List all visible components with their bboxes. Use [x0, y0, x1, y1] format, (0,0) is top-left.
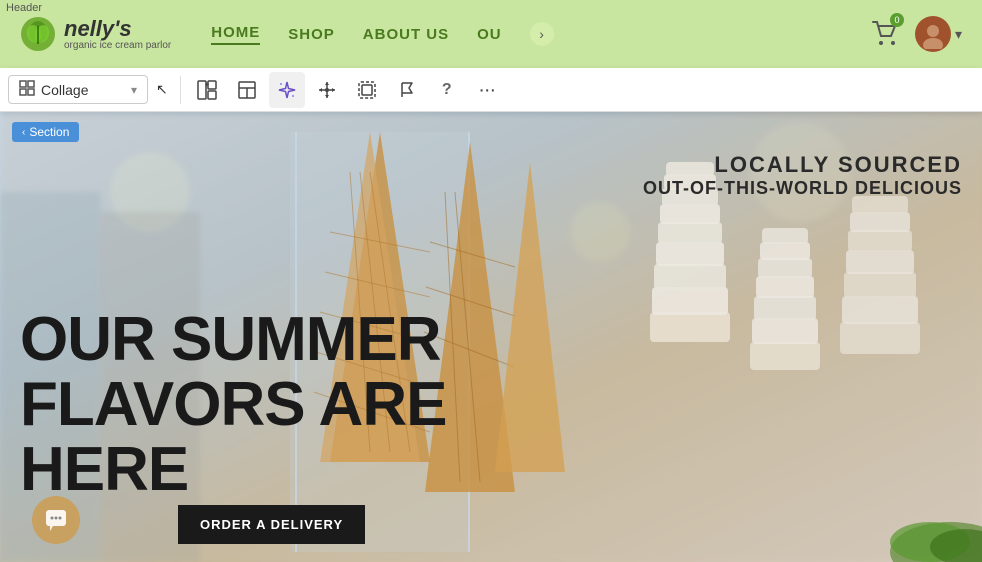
more-button[interactable]: ···	[469, 72, 505, 108]
toolbar: Collage ▾ ↖ +	[0, 68, 982, 112]
help-button[interactable]: ?	[429, 72, 465, 108]
help-icon: ?	[442, 81, 452, 99]
cursor-indicator: ↖	[156, 81, 168, 98]
header-label: Header	[0, 0, 48, 16]
nav-shop[interactable]: SHOP	[288, 26, 335, 43]
svg-text:+: +	[204, 80, 209, 89]
logo-area: nelly's organic ice cream parlor	[20, 16, 171, 52]
main-content: ‹ Section LOCALLY SOURCED OUT-OF-THIS-WO…	[0, 112, 982, 562]
hero-main-text: OUR SUMMER FLAVORS ARE HERE	[20, 307, 500, 502]
hero-side-line2: OUT-OF-THIS-WORLD DELICIOUS	[643, 178, 962, 199]
collage-dropdown[interactable]: Collage ▾	[8, 75, 148, 104]
flag-button[interactable]	[389, 72, 425, 108]
section-chevron-icon: ‹	[22, 127, 25, 138]
logo-sub: organic ice cream parlor	[64, 40, 171, 51]
add-section-button[interactable]: +	[189, 72, 225, 108]
ai-button[interactable]	[269, 72, 305, 108]
more-icon: ···	[478, 80, 495, 100]
crop-button[interactable]	[349, 72, 385, 108]
nav-about[interactable]: ABOUT US	[363, 26, 449, 43]
collage-icon	[19, 80, 35, 99]
nav-ou[interactable]: OU	[477, 26, 502, 43]
layout-button[interactable]	[229, 72, 265, 108]
chat-icon	[45, 509, 67, 531]
collage-label: Collage	[41, 82, 125, 98]
nav-more-button[interactable]: ›	[530, 22, 554, 46]
toolbar-separator-1	[180, 76, 181, 104]
dropdown-arrow-icon: ▾	[131, 83, 137, 97]
chat-bubble-button[interactable]	[32, 496, 80, 544]
avatar	[915, 16, 951, 52]
move-button[interactable]	[309, 72, 345, 108]
cart-icon[interactable]: 0	[871, 18, 899, 51]
section-label: Section	[29, 125, 69, 139]
avatar-chevron[interactable]: ▾	[955, 26, 962, 43]
header: Header nelly's organic ice cream parlor …	[0, 0, 982, 68]
hero-side-line1: LOCALLY SOURCED	[643, 152, 962, 178]
logo-text-block: nelly's organic ice cream parlor	[64, 18, 171, 51]
order-delivery-button[interactable]: ORDER A DELIVERY	[178, 505, 365, 544]
nav-home[interactable]: HOME	[211, 24, 260, 45]
main-nav: HOME SHOP ABOUT US OU ›	[211, 22, 871, 46]
section-badge[interactable]: ‹ Section	[12, 122, 79, 142]
cart-badge: 0	[890, 13, 904, 27]
header-right: 0 ▾	[871, 16, 962, 52]
logo-name: nelly's	[64, 18, 171, 40]
logo-icon	[20, 16, 56, 52]
avatar-area[interactable]: ▾	[915, 16, 962, 52]
hero-side-text: LOCALLY SOURCED OUT-OF-THIS-WORLD DELICI…	[643, 152, 962, 199]
hero-headline: OUR SUMMER FLAVORS ARE HERE	[20, 305, 446, 504]
